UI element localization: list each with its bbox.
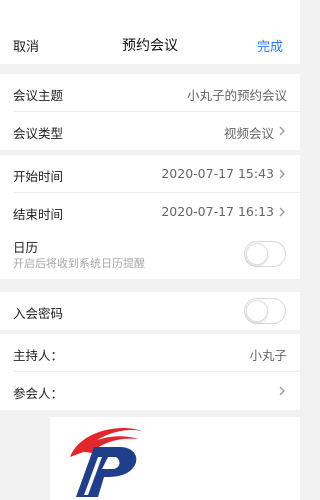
brand-logo-icon <box>70 428 142 497</box>
calendar-label: 日历 <box>13 240 39 255</box>
end-time-label: 结束时间 <box>13 207 64 222</box>
nav-bar: 取消 预约会议 完成 <box>0 0 300 64</box>
done-button[interactable]: 完成 <box>257 36 283 55</box>
chevron-right-icon <box>279 386 285 396</box>
chevron-right-icon <box>279 169 285 179</box>
meeting-type-row[interactable]: 会议类型 视频会议 <box>0 112 300 150</box>
participants-label: 参会人： <box>13 386 64 401</box>
end-time-row[interactable]: 结束时间 2020-07-17 16:13 <box>0 193 300 231</box>
meeting-type-label: 会议类型 <box>13 126 64 141</box>
start-time-value: 2020-07-17 15:43 <box>161 166 274 181</box>
end-time-value: 2020-07-17 16:13 <box>161 204 274 219</box>
host-label: 主持人： <box>13 348 64 363</box>
topic-row[interactable]: 会议主题 小丸子的预约会议 <box>0 74 300 112</box>
topic-label: 会议主题 <box>13 88 64 103</box>
toggle-knob <box>246 243 268 265</box>
chevron-right-icon <box>279 126 285 136</box>
host-row: 主持人： 小丸子 <box>0 334 300 372</box>
page-title: 预约会议 <box>122 38 178 54</box>
people-group: 主持人： 小丸子 参会人： <box>0 334 300 410</box>
topic-value[interactable]: 小丸子的预约会议 <box>187 85 287 104</box>
schedule-group: 开始时间 2020-07-17 15:43 结束时间 2020-07-17 16… <box>0 155 300 279</box>
calendar-toggle[interactable] <box>244 241 286 267</box>
participants-row[interactable]: 参会人： <box>0 372 300 410</box>
meeting-info-group: 会议主题 小丸子的预约会议 会议类型 视频会议 <box>0 74 300 150</box>
toggle-knob <box>246 300 268 322</box>
chevron-right-icon <box>279 207 285 217</box>
meeting-type-value: 视频会议 <box>223 126 274 141</box>
password-toggle[interactable] <box>244 298 286 324</box>
start-time-row[interactable]: 开始时间 2020-07-17 15:43 <box>0 155 300 193</box>
brand-logo-card <box>50 417 300 500</box>
start-time-label: 开始时间 <box>13 169 64 184</box>
calendar-row: 日历 开启后将收到系统日历提醒 <box>0 231 300 279</box>
calendar-hint: 开启后将收到系统日历提醒 <box>13 257 145 270</box>
password-label: 入会密码 <box>13 306 64 321</box>
host-value: 小丸子 <box>249 348 287 363</box>
password-group: 入会密码 <box>0 292 300 330</box>
password-row: 入会密码 <box>0 292 300 330</box>
